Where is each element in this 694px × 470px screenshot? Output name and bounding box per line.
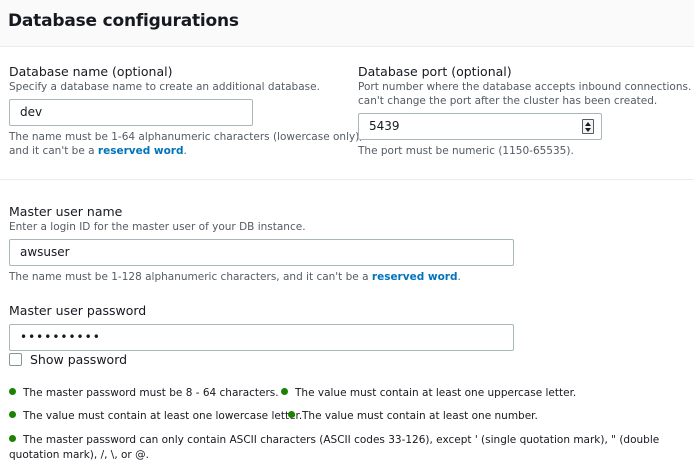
db-name-description: Specify a database name to create an add… bbox=[9, 81, 320, 93]
master-user-help: The name must be 1-128 alphanumeric char… bbox=[9, 271, 461, 283]
db-port-input[interactable]: 5439 bbox=[358, 113, 602, 140]
master-password-input[interactable]: •••••••••• bbox=[9, 324, 514, 351]
requirement-number: The value must contain at least one numb… bbox=[288, 410, 538, 422]
requirement-uppercase-text: The value must contain at least one uppe… bbox=[295, 387, 577, 399]
requirement-lowercase: The value must contain at least one lowe… bbox=[9, 410, 302, 422]
db-name-reserved-word-link[interactable]: reserved word bbox=[98, 145, 184, 157]
db-port-help: The port must be numeric (1150-65535). bbox=[358, 145, 574, 157]
db-name-help-suffix: . bbox=[183, 145, 187, 157]
show-password-label[interactable]: Show password bbox=[30, 352, 127, 367]
requirement-lowercase-text: The value must contain at least one lowe… bbox=[23, 410, 303, 422]
master-user-help-text: The name must be 1-128 alphanumeric char… bbox=[9, 271, 372, 283]
db-name-label: Database name (optional) bbox=[9, 64, 173, 79]
db-name-help-line2: and it can't be a reserved word. bbox=[9, 145, 187, 157]
master-user-input[interactable]: awsuser bbox=[9, 239, 514, 266]
requirement-length-text: The master password must be 8 - 64 chara… bbox=[23, 387, 279, 399]
port-stepper-icon[interactable] bbox=[582, 119, 594, 134]
db-port-description-line2: can't change the port after the cluster … bbox=[358, 95, 658, 107]
master-user-reserved-word-link[interactable]: reserved word bbox=[372, 271, 458, 283]
db-port-description-line1: Port number where the database accepts i… bbox=[358, 81, 694, 93]
show-password-checkbox[interactable] bbox=[9, 353, 22, 366]
section-divider bbox=[0, 179, 694, 180]
db-name-help-text: and it can't be a bbox=[9, 145, 98, 157]
db-name-input[interactable]: dev bbox=[9, 99, 253, 126]
db-name-help-line1: The name must be 1-64 alphanumeric chara… bbox=[9, 131, 363, 143]
master-user-label: Master user name bbox=[9, 204, 123, 219]
section-header: Database configurations bbox=[0, 0, 694, 47]
db-port-label: Database port (optional) bbox=[358, 64, 512, 79]
requirement-number-text: The value must contain at least one numb… bbox=[302, 410, 538, 422]
master-password-label: Master user password bbox=[9, 303, 147, 318]
check-dot-icon bbox=[288, 411, 295, 418]
check-dot-icon bbox=[9, 411, 16, 418]
requirement-length: The master password must be 8 - 64 chara… bbox=[9, 387, 279, 399]
master-user-description: Enter a login ID for the master user of … bbox=[9, 221, 306, 233]
check-dot-icon bbox=[9, 435, 16, 442]
check-dot-icon bbox=[281, 388, 288, 395]
requirement-uppercase: The value must contain at least one uppe… bbox=[281, 387, 576, 399]
db-port-value: 5439 bbox=[369, 119, 400, 133]
master-user-help-suffix: . bbox=[457, 271, 461, 283]
check-dot-icon bbox=[9, 388, 16, 395]
requirement-ascii-text: The master password can only contain ASC… bbox=[9, 434, 660, 461]
requirement-ascii: The master password can only contain ASC… bbox=[9, 433, 669, 463]
section-title: Database configurations bbox=[8, 11, 239, 31]
